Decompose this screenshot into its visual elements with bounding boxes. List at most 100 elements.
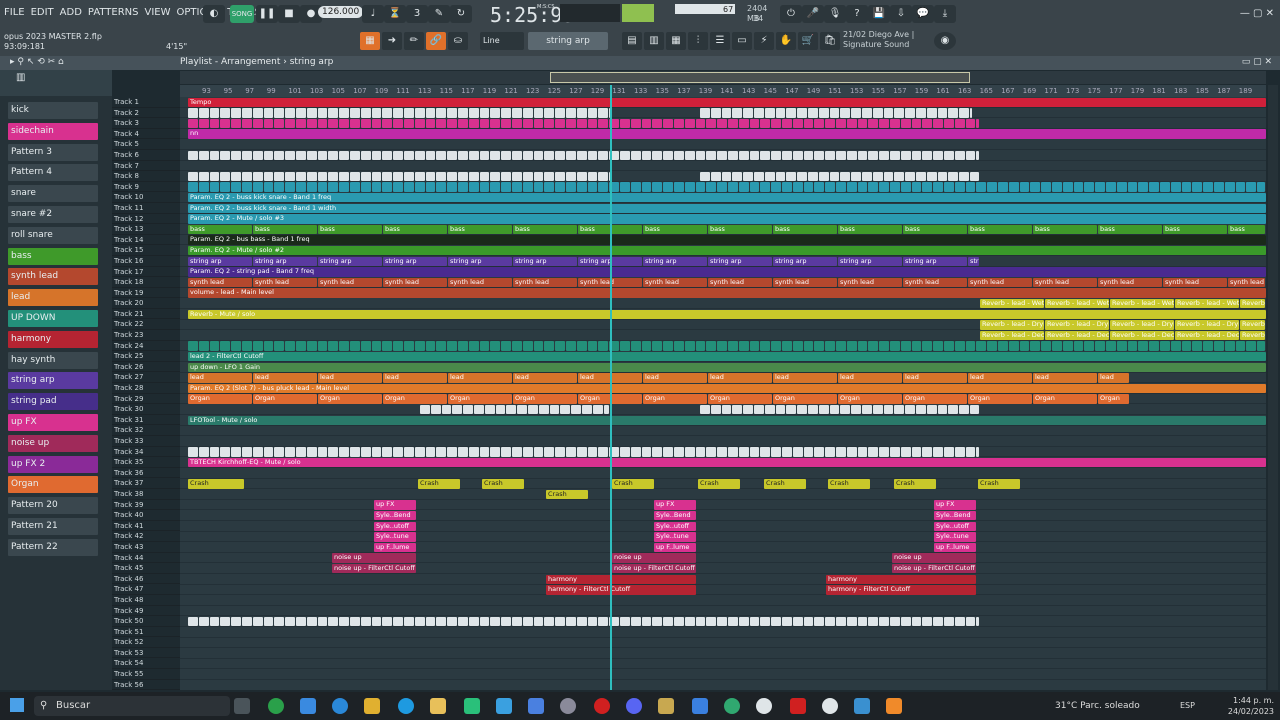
pattern-clip[interactable] [976,182,987,192]
pattern-clip[interactable] [738,341,749,351]
pattern-clip[interactable] [425,108,436,118]
pattern-clip[interactable]: Organ [968,394,1032,404]
pattern-clip[interactable] [868,616,879,627]
track-lane[interactable] [180,638,1266,649]
pattern-clip[interactable] [242,171,252,182]
pattern-clip[interactable] [263,447,274,457]
pattern-clip[interactable] [544,182,555,192]
pattern-clip[interactable] [339,616,349,627]
pattern-clip[interactable] [317,616,328,627]
track-header[interactable]: Track 37 [112,478,180,489]
track-lane[interactable] [180,542,1266,553]
pattern-clip[interactable]: synth lead [1098,277,1162,288]
pattern-clip[interactable] [231,108,241,118]
pattern-clip[interactable] [846,447,857,457]
pattern-clip[interactable] [862,404,872,415]
track-header[interactable]: Track 11 [112,203,180,214]
tempo-display[interactable]: 126.000 [318,6,364,18]
track-header[interactable]: Track 33 [112,436,180,447]
file-explorer-icon[interactable] [430,698,446,714]
pattern-clip[interactable] [576,150,587,161]
pattern-clip[interactable] [782,182,792,192]
pattern-item[interactable]: Pattern 22 [8,538,98,556]
pattern-clip[interactable] [933,182,943,192]
track-header[interactable]: Track 36 [112,468,180,479]
playlist-window-controls[interactable]: ▭ ▢ ✕ [1242,57,1272,67]
pattern-clip[interactable] [242,182,252,192]
pattern-clip[interactable]: synth lead [383,277,447,288]
pattern-clip[interactable] [188,447,198,457]
pattern-clip[interactable] [846,616,857,627]
pattern-clip[interactable] [987,182,997,192]
pattern-clip[interactable] [339,150,349,161]
pattern-clip[interactable] [566,182,576,192]
pattern-clip[interactable] [760,182,771,192]
pattern-clip[interactable] [620,447,630,457]
pattern-clip[interactable] [948,171,959,182]
pattern-clip[interactable] [317,182,328,192]
pattern-clip[interactable] [1192,182,1203,192]
pattern-item[interactable]: synth lead [8,268,98,286]
pattern-clip[interactable] [630,341,641,351]
pattern-clip[interactable] [922,447,933,457]
pattern-clip[interactable] [350,447,360,457]
pattern-item[interactable]: hay synth [8,351,98,369]
pattern-clip[interactable] [782,616,792,627]
pattern-clip[interactable] [490,182,501,192]
pattern-clip[interactable] [814,150,825,161]
track-header[interactable]: Track 4 [112,129,180,140]
pattern-clip[interactable] [576,447,587,457]
pattern-clip[interactable] [458,341,468,351]
pattern-clip[interactable] [905,108,915,118]
pattern-clip[interactable] [652,341,663,351]
pattern-clip[interactable] [339,341,349,351]
pattern-clip[interactable] [1127,182,1138,192]
pattern-clip[interactable]: string arp [318,256,382,267]
pattern-clip[interactable]: bass [1098,224,1162,235]
pattern-item[interactable]: snare [8,185,98,203]
pattern-clip[interactable] [468,171,479,182]
pattern-clip[interactable]: Organ [318,394,382,404]
pattern-clip[interactable] [468,182,479,192]
pattern-clip[interactable] [404,171,414,182]
pattern-clip[interactable] [803,447,814,457]
pattern-clip[interactable] [522,616,533,627]
pattern-clip[interactable] [296,118,306,129]
pattern-clip[interactable]: lead [708,373,772,383]
pattern-clip[interactable] [587,616,598,627]
pattern-clip[interactable] [998,341,1008,351]
pattern-clip[interactable] [1008,182,1019,192]
track-header[interactable]: Track 14 [112,235,180,246]
automation-clip[interactable]: Param. EQ 2 - Mute / solo #2 [188,245,1266,256]
pattern-clip[interactable] [566,341,576,351]
pattern-clip[interactable] [198,108,209,118]
pattern-clip[interactable]: synth lead [1163,277,1227,288]
pattern-clip[interactable] [948,404,959,415]
pattern-clip[interactable] [479,150,490,161]
pattern-clip[interactable] [911,118,922,129]
pattern-clip[interactable] [458,171,468,182]
pattern-clip[interactable] [382,182,393,192]
track-header[interactable]: Track 55 [112,669,180,680]
pattern-clip[interactable]: Reverb - lead - Decay [1240,330,1265,341]
pattern-clip[interactable] [360,150,371,161]
pattern-clip[interactable] [674,447,684,457]
pattern-clip[interactable] [512,341,522,351]
pattern-clip[interactable] [306,616,317,627]
pattern-clip[interactable] [306,171,317,182]
pattern-clip[interactable]: synth lead [708,277,772,288]
pattern-clip[interactable]: noise up [332,553,416,563]
pattern-clip[interactable] [252,171,263,182]
pattern-clip[interactable] [792,447,803,457]
automation-clip[interactable]: Param. EQ 2 - Mute / solo #3 [188,214,1266,224]
edge-icon[interactable] [332,698,348,714]
pattern-clip[interactable] [436,616,447,627]
pattern-clip[interactable] [1235,182,1246,192]
track-header[interactable]: Track 54 [112,658,180,670]
pattern-clip[interactable] [479,447,490,457]
pattern-clip[interactable] [252,150,263,161]
pattern-clip[interactable]: Organ [1033,394,1097,404]
pattern-clip[interactable] [447,341,457,351]
pattern-clip[interactable] [393,108,403,118]
stamp-icon[interactable]: ⛀ [448,32,468,50]
